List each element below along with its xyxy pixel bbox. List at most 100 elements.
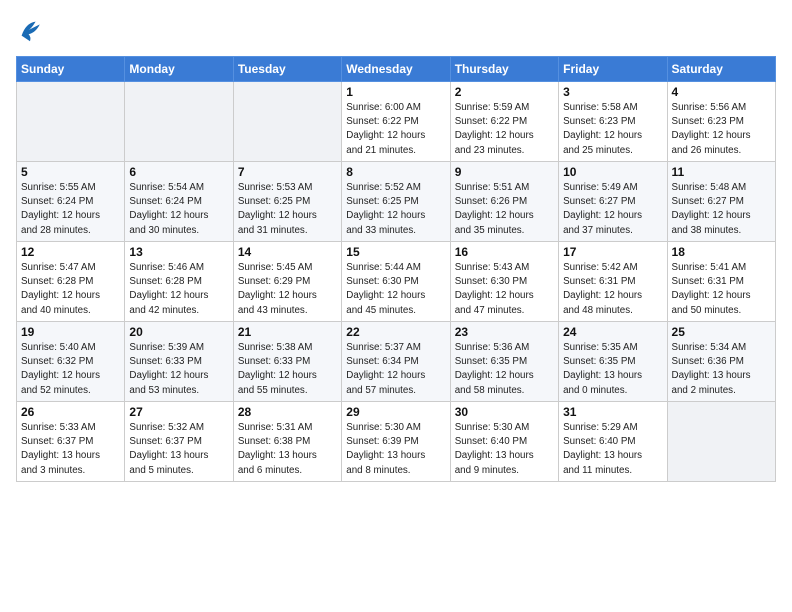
calendar-cell bbox=[125, 82, 233, 162]
calendar-cell: 6 Sunrise: 5:54 AM Sunset: 6:24 PM Daylig… bbox=[125, 162, 233, 242]
calendar-cell bbox=[667, 402, 775, 482]
calendar-cell: 17 Sunrise: 5:42 AM Sunset: 6:31 PM Dayli… bbox=[559, 242, 667, 322]
day-info: Sunrise: 5:30 AM Sunset: 6:40 PM Dayligh… bbox=[455, 421, 554, 478]
calendar-header-row: SundayMondayTuesdayWednesdayThursdayFrid… bbox=[17, 57, 776, 82]
day-number: 19 bbox=[21, 325, 120, 339]
calendar-cell: 22 Sunrise: 5:37 AM Sunset: 6:34 PM Dayli… bbox=[342, 322, 450, 402]
calendar-cell: 16 Sunrise: 5:43 AM Sunset: 6:30 PM Dayli… bbox=[450, 242, 558, 322]
day-number: 7 bbox=[238, 165, 337, 179]
day-number: 31 bbox=[563, 405, 662, 419]
day-number: 17 bbox=[563, 245, 662, 259]
logo-bird-icon bbox=[16, 16, 44, 44]
calendar-cell: 26 Sunrise: 5:33 AM Sunset: 6:37 PM Dayli… bbox=[17, 402, 125, 482]
calendar-cell: 7Sunrise: 5:53 AM Sunset: 6:25 PM Daylig… bbox=[233, 162, 341, 242]
day-info: Sunrise: 5:46 AM Sunset: 6:28 PM Dayligh… bbox=[129, 261, 228, 318]
day-number: 13 bbox=[129, 245, 228, 259]
day-number: 26 bbox=[21, 405, 120, 419]
day-info: Sunrise: 5:52 AM Sunset: 6:25 PM Dayligh… bbox=[346, 181, 445, 238]
day-number: 29 bbox=[346, 405, 445, 419]
day-number: 16 bbox=[455, 245, 554, 259]
page-header bbox=[16, 16, 776, 44]
day-number: 21 bbox=[238, 325, 337, 339]
day-info: Sunrise: 5:39 AM Sunset: 6:33 PM Dayligh… bbox=[129, 341, 228, 398]
day-info: Sunrise: 5:56 AM Sunset: 6:23 PM Dayligh… bbox=[672, 101, 771, 158]
day-info: Sunrise: 5:48 AM Sunset: 6:27 PM Dayligh… bbox=[672, 181, 771, 238]
day-info: Sunrise: 5:34 AM Sunset: 6:36 PM Dayligh… bbox=[672, 341, 771, 398]
day-info: Sunrise: 5:51 AM Sunset: 6:26 PM Dayligh… bbox=[455, 181, 554, 238]
weekday-header: Saturday bbox=[667, 57, 775, 82]
day-info: Sunrise: 5:40 AM Sunset: 6:32 PM Dayligh… bbox=[21, 341, 120, 398]
day-number: 10 bbox=[563, 165, 662, 179]
day-number: 12 bbox=[21, 245, 120, 259]
weekday-header: Friday bbox=[559, 57, 667, 82]
calendar-week-row: 1 Sunrise: 6:00 AM Sunset: 6:22 PM Daylig… bbox=[17, 82, 776, 162]
day-info: Sunrise: 5:58 AM Sunset: 6:23 PM Dayligh… bbox=[563, 101, 662, 158]
calendar-cell: 31Sunrise: 5:29 AM Sunset: 6:40 PM Dayli… bbox=[559, 402, 667, 482]
day-info: Sunrise: 6:00 AM Sunset: 6:22 PM Dayligh… bbox=[346, 101, 445, 158]
day-number: 18 bbox=[672, 245, 771, 259]
day-number: 28 bbox=[238, 405, 337, 419]
day-info: Sunrise: 5:33 AM Sunset: 6:37 PM Dayligh… bbox=[21, 421, 120, 478]
calendar-cell: 20 Sunrise: 5:39 AM Sunset: 6:33 PM Dayli… bbox=[125, 322, 233, 402]
calendar-cell: 28 Sunrise: 5:31 AM Sunset: 6:38 PM Dayli… bbox=[233, 402, 341, 482]
calendar-cell: 24Sunrise: 5:35 AM Sunset: 6:35 PM Dayli… bbox=[559, 322, 667, 402]
day-info: Sunrise: 5:49 AM Sunset: 6:27 PM Dayligh… bbox=[563, 181, 662, 238]
day-info: Sunrise: 5:42 AM Sunset: 6:31 PM Dayligh… bbox=[563, 261, 662, 318]
calendar-cell: 9 Sunrise: 5:51 AM Sunset: 6:26 PM Daylig… bbox=[450, 162, 558, 242]
calendar-cell: 27 Sunrise: 5:32 AM Sunset: 6:37 PM Dayli… bbox=[125, 402, 233, 482]
calendar-cell: 25 Sunrise: 5:34 AM Sunset: 6:36 PM Dayli… bbox=[667, 322, 775, 402]
day-number: 15 bbox=[346, 245, 445, 259]
day-info: Sunrise: 5:55 AM Sunset: 6:24 PM Dayligh… bbox=[21, 181, 120, 238]
day-info: Sunrise: 5:32 AM Sunset: 6:37 PM Dayligh… bbox=[129, 421, 228, 478]
day-number: 11 bbox=[672, 165, 771, 179]
weekday-header: Monday bbox=[125, 57, 233, 82]
calendar-cell: 19 Sunrise: 5:40 AM Sunset: 6:32 PM Dayli… bbox=[17, 322, 125, 402]
calendar-cell bbox=[233, 82, 341, 162]
calendar-cell: 18 Sunrise: 5:41 AM Sunset: 6:31 PM Dayli… bbox=[667, 242, 775, 322]
calendar-week-row: 12 Sunrise: 5:47 AM Sunset: 6:28 PM Dayli… bbox=[17, 242, 776, 322]
day-info: Sunrise: 5:31 AM Sunset: 6:38 PM Dayligh… bbox=[238, 421, 337, 478]
logo bbox=[16, 16, 48, 44]
calendar-cell: 8 Sunrise: 5:52 AM Sunset: 6:25 PM Daylig… bbox=[342, 162, 450, 242]
calendar-table: SundayMondayTuesdayWednesdayThursdayFrid… bbox=[16, 56, 776, 482]
day-number: 2 bbox=[455, 85, 554, 99]
calendar-cell: 15Sunrise: 5:44 AM Sunset: 6:30 PM Dayli… bbox=[342, 242, 450, 322]
day-number: 9 bbox=[455, 165, 554, 179]
day-number: 27 bbox=[129, 405, 228, 419]
day-number: 6 bbox=[129, 165, 228, 179]
calendar-cell: 29Sunrise: 5:30 AM Sunset: 6:39 PM Dayli… bbox=[342, 402, 450, 482]
day-info: Sunrise: 5:41 AM Sunset: 6:31 PM Dayligh… bbox=[672, 261, 771, 318]
day-number: 3 bbox=[563, 85, 662, 99]
day-number: 1 bbox=[346, 85, 445, 99]
calendar-week-row: 19 Sunrise: 5:40 AM Sunset: 6:32 PM Dayli… bbox=[17, 322, 776, 402]
calendar-cell: 3 Sunrise: 5:58 AM Sunset: 6:23 PM Daylig… bbox=[559, 82, 667, 162]
calendar-cell: 5 Sunrise: 5:55 AM Sunset: 6:24 PM Daylig… bbox=[17, 162, 125, 242]
day-info: Sunrise: 5:59 AM Sunset: 6:22 PM Dayligh… bbox=[455, 101, 554, 158]
calendar-cell: 10 Sunrise: 5:49 AM Sunset: 6:27 PM Dayli… bbox=[559, 162, 667, 242]
calendar-cell: 4Sunrise: 5:56 AM Sunset: 6:23 PM Daylig… bbox=[667, 82, 775, 162]
day-info: Sunrise: 5:43 AM Sunset: 6:30 PM Dayligh… bbox=[455, 261, 554, 318]
weekday-header: Wednesday bbox=[342, 57, 450, 82]
day-number: 20 bbox=[129, 325, 228, 339]
calendar-week-row: 5 Sunrise: 5:55 AM Sunset: 6:24 PM Daylig… bbox=[17, 162, 776, 242]
day-number: 5 bbox=[21, 165, 120, 179]
day-info: Sunrise: 5:47 AM Sunset: 6:28 PM Dayligh… bbox=[21, 261, 120, 318]
day-number: 23 bbox=[455, 325, 554, 339]
calendar-cell: 11 Sunrise: 5:48 AM Sunset: 6:27 PM Dayli… bbox=[667, 162, 775, 242]
calendar-cell: 23 Sunrise: 5:36 AM Sunset: 6:35 PM Dayli… bbox=[450, 322, 558, 402]
weekday-header: Sunday bbox=[17, 57, 125, 82]
weekday-header: Thursday bbox=[450, 57, 558, 82]
day-number: 8 bbox=[346, 165, 445, 179]
day-info: Sunrise: 5:36 AM Sunset: 6:35 PM Dayligh… bbox=[455, 341, 554, 398]
calendar-cell: 21Sunrise: 5:38 AM Sunset: 6:33 PM Dayli… bbox=[233, 322, 341, 402]
calendar-cell: 1 Sunrise: 6:00 AM Sunset: 6:22 PM Daylig… bbox=[342, 82, 450, 162]
day-number: 25 bbox=[672, 325, 771, 339]
calendar-cell bbox=[17, 82, 125, 162]
day-number: 24 bbox=[563, 325, 662, 339]
day-info: Sunrise: 5:37 AM Sunset: 6:34 PM Dayligh… bbox=[346, 341, 445, 398]
calendar-cell: 30Sunrise: 5:30 AM Sunset: 6:40 PM Dayli… bbox=[450, 402, 558, 482]
calendar-cell: 12 Sunrise: 5:47 AM Sunset: 6:28 PM Dayli… bbox=[17, 242, 125, 322]
day-info: Sunrise: 5:54 AM Sunset: 6:24 PM Dayligh… bbox=[129, 181, 228, 238]
calendar-cell: 13 Sunrise: 5:46 AM Sunset: 6:28 PM Dayli… bbox=[125, 242, 233, 322]
day-number: 22 bbox=[346, 325, 445, 339]
